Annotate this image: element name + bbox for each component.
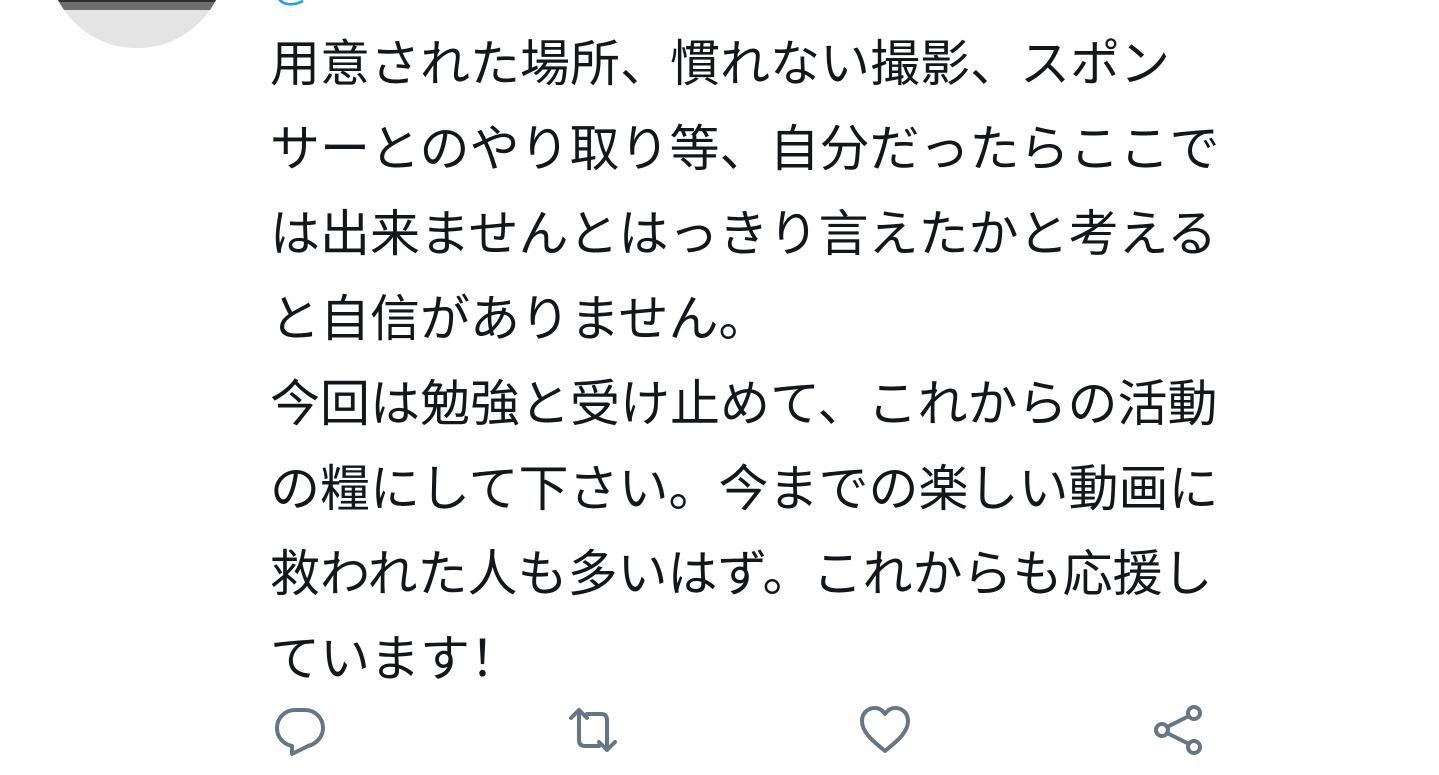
tweet-text-line: 用意された場所、慣れない撮影、スポン xyxy=(270,35,1170,93)
tweet-actions xyxy=(270,700,1270,760)
heart-icon xyxy=(860,706,910,753)
like-button[interactable] xyxy=(855,700,915,760)
retweet-button[interactable] xyxy=(563,700,623,760)
tweet-text-line: ています！ xyxy=(270,630,520,688)
tweet-text-line: と自信がありません。 xyxy=(270,290,769,348)
tweet: @ 用意された場所、慣れない撮影、スポン サーとのやり取り等、自分だったらここで… xyxy=(0,0,1439,775)
share-button[interactable] xyxy=(1148,700,1208,760)
avatar-image-stripe xyxy=(48,0,226,2)
tweet-text: 用意された場所、慣れない撮影、スポン サーとのやり取り等、自分だったらここで は… xyxy=(270,22,1370,702)
tweet-text-line: の糧にして下さい。今までの楽しい動画に xyxy=(270,460,1219,518)
user-handle[interactable]: @ xyxy=(272,0,313,10)
tweet-text-line: 救われた人も多いはず。これからも応援し xyxy=(270,545,1213,603)
reply-icon xyxy=(275,708,325,756)
tweet-text-line: は出来ませんとはっきり言えたかと考える xyxy=(270,205,1217,263)
share-icon xyxy=(1154,705,1202,755)
tweet-text-line: サーとのやり取り等、自分だったらここで xyxy=(270,120,1220,178)
tweet-text-line: 今回は勉強と受け止めて、これからの活動 xyxy=(270,375,1218,433)
avatar-image-ground xyxy=(48,10,226,48)
retweet-icon xyxy=(569,708,617,752)
avatar[interactable] xyxy=(48,0,226,48)
reply-button[interactable] xyxy=(270,700,330,760)
